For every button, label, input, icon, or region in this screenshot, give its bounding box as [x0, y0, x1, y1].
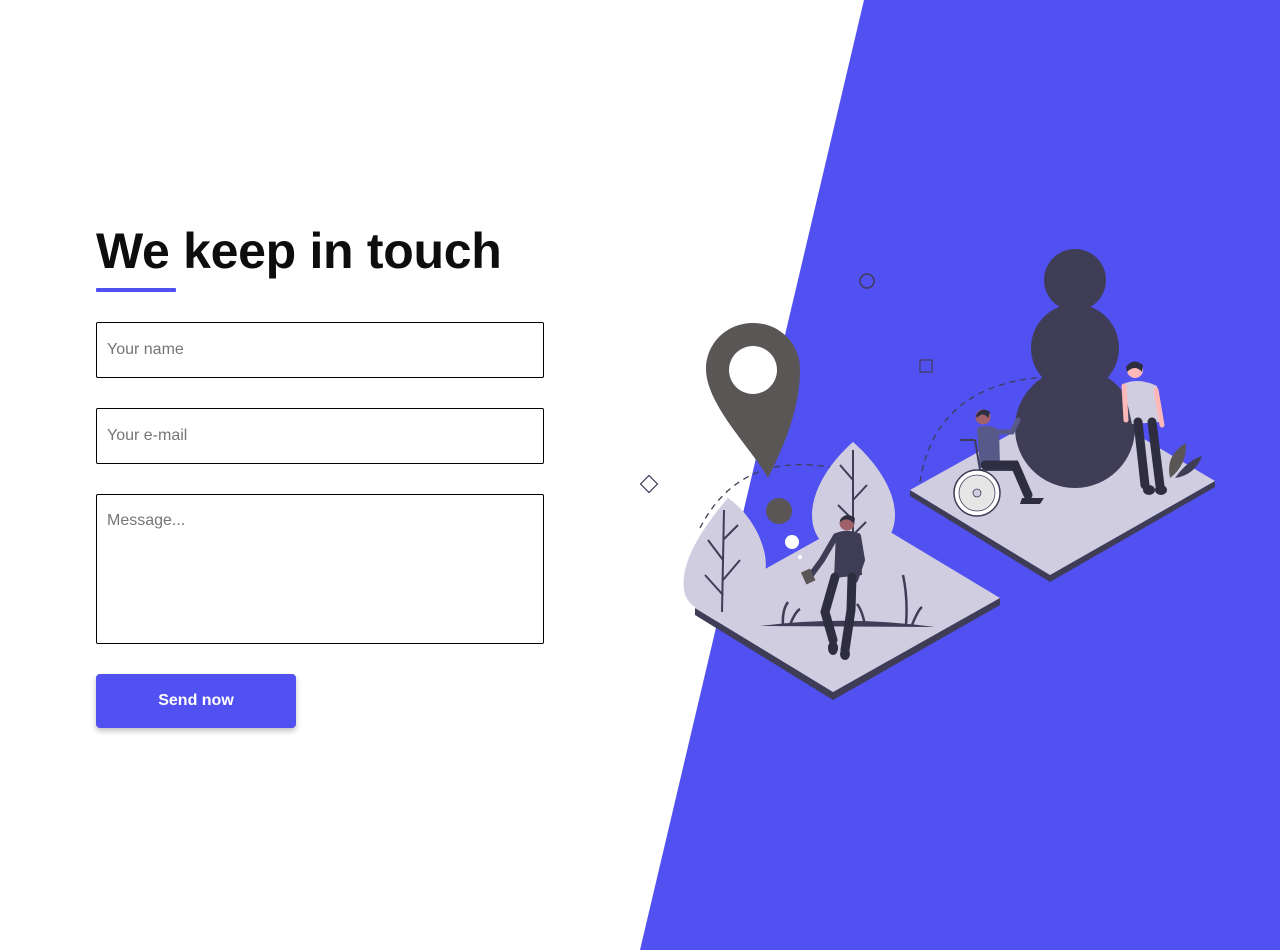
contact-form: We keep in touch Send now — [96, 222, 544, 728]
contact-illustration — [639, 249, 1215, 700]
outline-diamond-icon — [639, 474, 659, 494]
message-textarea[interactable] — [96, 494, 544, 644]
outline-square-icon — [919, 359, 933, 373]
stacked-circles-sculpture — [1015, 249, 1135, 488]
tree-icon — [683, 498, 766, 613]
title-underline — [96, 288, 176, 292]
name-input[interactable] — [96, 322, 544, 378]
page-title: We keep in touch — [96, 223, 502, 279]
send-now-button[interactable]: Send now — [96, 674, 296, 728]
email-input[interactable] — [96, 408, 544, 464]
outline-circle-icon — [859, 273, 875, 289]
contact-page: We keep in touch Send now — [0, 0, 1280, 950]
